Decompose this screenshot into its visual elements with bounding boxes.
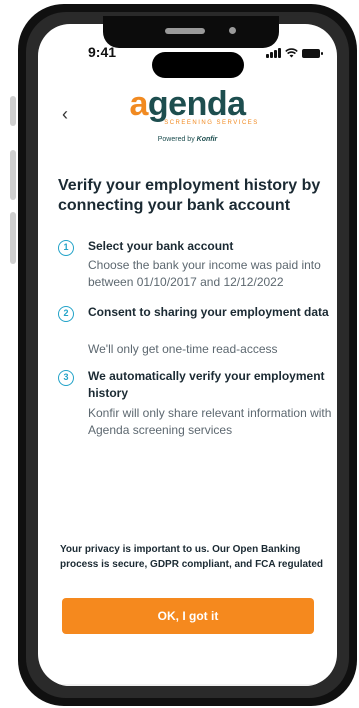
step-description: Konfir will only share relevant informat… xyxy=(88,406,332,437)
agenda-logo: agenda SCREENING SERVICES xyxy=(38,86,337,126)
battery-icon xyxy=(302,48,323,58)
phone-bezel: 9:41 ‹ agenda SCREENING SERVICES Powered… xyxy=(26,12,349,698)
status-icons xyxy=(266,48,323,58)
bottom-divider xyxy=(38,684,337,686)
step-title: We automatically verify your employment … xyxy=(88,369,325,400)
app-screen: 9:41 ‹ agenda SCREENING SERVICES Powered… xyxy=(38,24,337,686)
powered-by-label: Powered by xyxy=(157,136,195,143)
step-title: Consent to sharing your employment data xyxy=(88,305,329,319)
privacy-note: Your privacy is important to us. Our Ope… xyxy=(60,544,324,570)
ok-got-it-button[interactable]: OK, I got it xyxy=(62,598,314,634)
wifi-icon xyxy=(285,48,298,58)
powered-by: Powered by Konfir xyxy=(38,136,337,143)
step-description: Choose the bank your income was paid int… xyxy=(88,258,321,289)
logo-letter-a: a xyxy=(129,85,148,123)
phone-frame: 9:41 ‹ agenda SCREENING SERVICES Powered… xyxy=(18,4,357,706)
step-number-badge: 2 xyxy=(58,306,74,322)
step-number-badge: 1 xyxy=(58,240,74,256)
konfir-brand: Konfir xyxy=(196,136,218,143)
speaker-grille xyxy=(165,28,205,34)
page-title: Verify your employment history by connec… xyxy=(58,177,321,214)
mute-switch xyxy=(10,96,16,126)
front-camera xyxy=(229,27,236,34)
step-number-badge: 3 xyxy=(58,370,74,386)
step-description: We'll only get one-time read-access xyxy=(88,342,278,356)
volume-down-button xyxy=(10,212,16,264)
earpiece-tab xyxy=(103,16,279,48)
logo-subtitle: SCREENING SERVICES xyxy=(164,120,259,126)
step-title: Select your bank account xyxy=(88,239,234,253)
dynamic-island xyxy=(152,52,244,78)
volume-up-button xyxy=(10,150,16,200)
signal-icon xyxy=(266,48,281,58)
logo-letters: genda xyxy=(147,85,246,123)
